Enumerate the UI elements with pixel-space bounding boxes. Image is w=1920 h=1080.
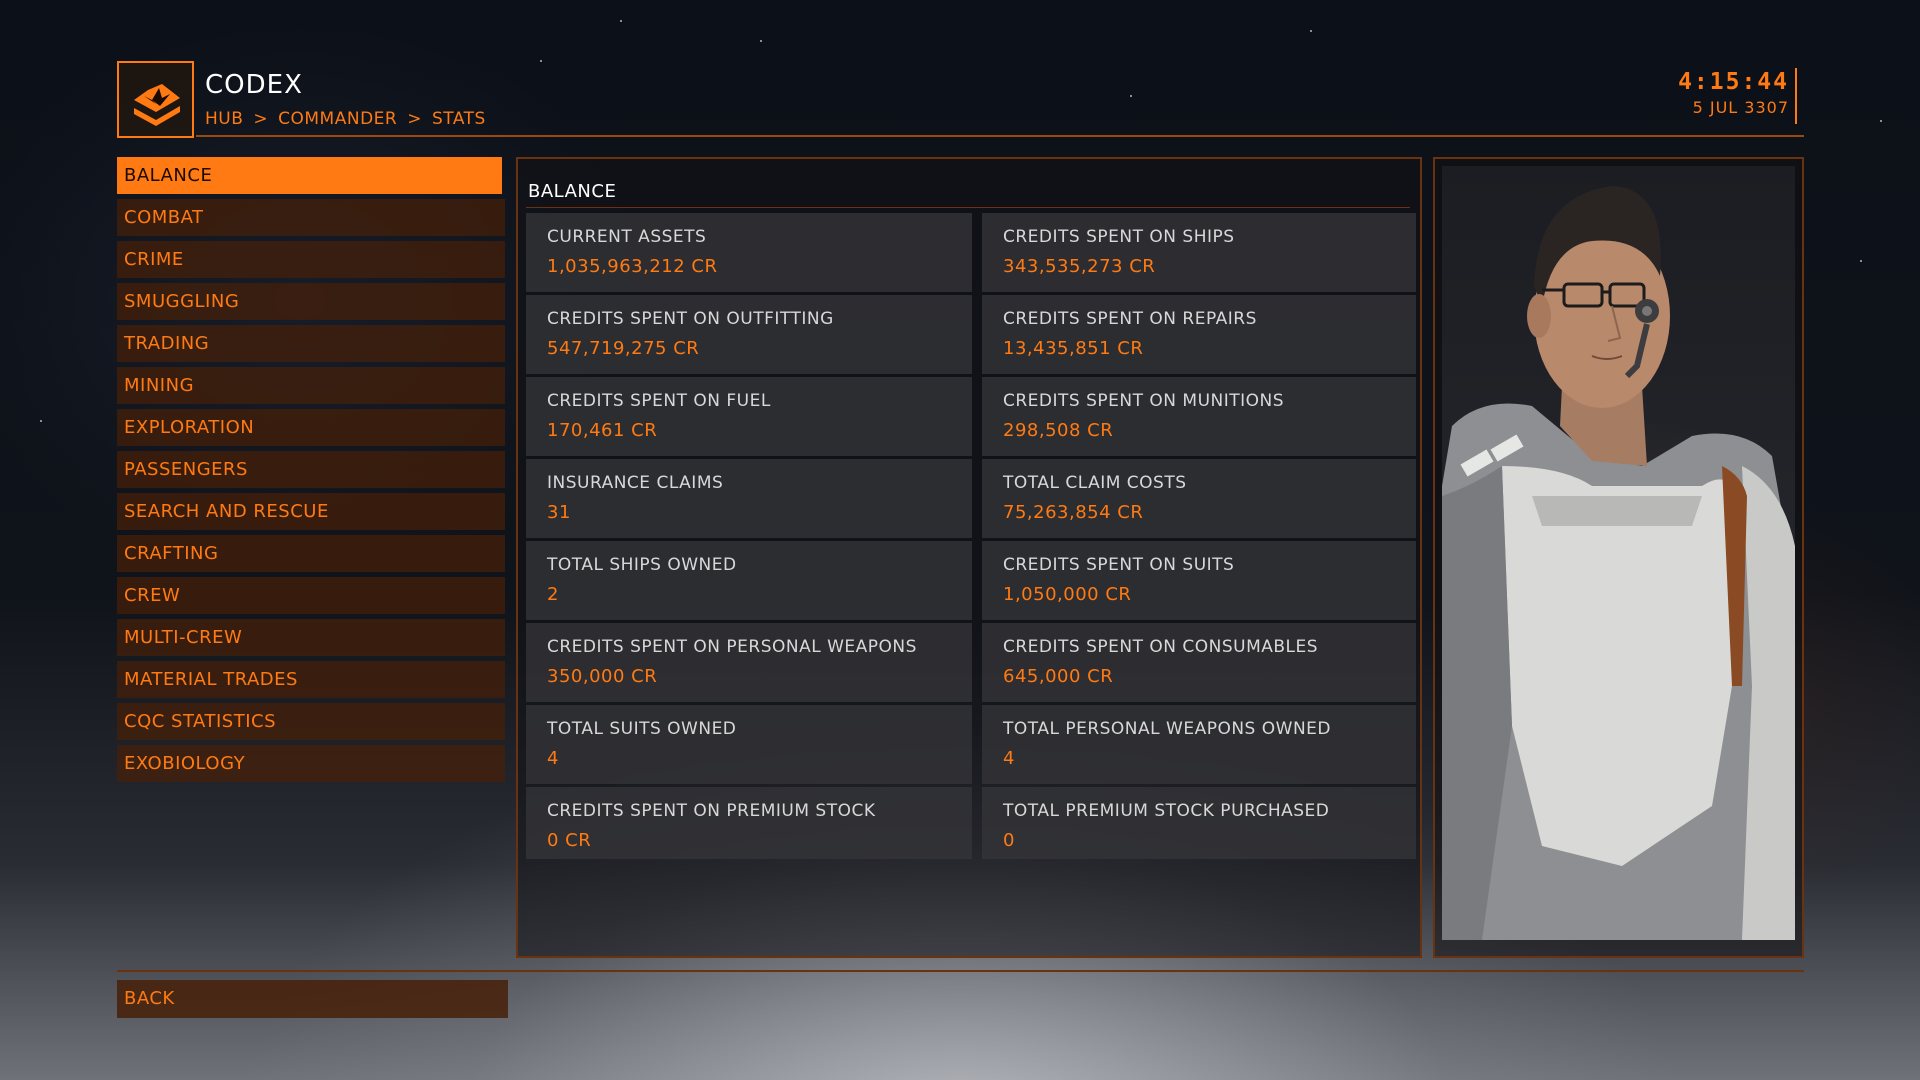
stat-value: 350,000 CR [547,666,658,687]
stats-panel: BALANCE CURRENT ASSETS 1,035,963,212 CR … [516,157,1422,958]
sidebar-item-exploration[interactable]: EXPLORATION [117,409,505,446]
sidebar-item-crew[interactable]: CREW [117,577,505,614]
codex-logo [117,61,194,138]
stat-credits-spent-on-repairs: CREDITS SPENT ON REPAIRS 13,435,851 CR [982,295,1416,374]
stat-label: TOTAL PREMIUM STOCK PURCHASED [1003,801,1330,821]
stat-value: 13,435,851 CR [1003,338,1144,359]
sidebar-item-balance[interactable]: BALANCE [117,157,502,194]
stats-grid: CURRENT ASSETS 1,035,963,212 CR CREDITS … [526,213,1416,859]
panel-title: BALANCE [528,181,617,202]
stat-value: 2 [547,584,559,605]
stat-value: 31 [547,502,571,523]
sidebar-item-combat[interactable]: COMBAT [117,199,505,236]
stat-total-claim-costs: TOTAL CLAIM COSTS 75,263,854 CR [982,459,1416,538]
stat-value: 1,035,963,212 CR [547,256,718,277]
stat-label: CURRENT ASSETS [547,227,707,247]
commander-portrait [1442,166,1795,940]
star [540,60,542,62]
sidebar-item-crafting[interactable]: CRAFTING [117,535,505,572]
stat-value: 0 CR [547,830,592,851]
sidebar-item-crime[interactable]: CRIME [117,241,505,278]
sidebar-item-search-and-rescue[interactable]: SEARCH AND RESCUE [117,493,505,530]
portrait-frame [1433,157,1804,958]
stat-value: 298,508 CR [1003,420,1114,441]
back-button[interactable]: BACK [117,980,508,1018]
breadcrumb: HUB > COMMANDER > STATS [205,109,486,129]
stat-label: TOTAL SHIPS OWNED [547,555,737,575]
stat-label: CREDITS SPENT ON SHIPS [1003,227,1235,247]
stats-category-menu: BALANCE COMBAT CRIME SMUGGLING TRADING M… [117,157,505,787]
stat-credits-spent-on-fuel: CREDITS SPENT ON FUEL 170,461 CR [526,377,972,456]
breadcrumb-hub[interactable]: HUB [205,109,243,129]
stat-label: TOTAL CLAIM COSTS [1003,473,1187,493]
sidebar-item-multi-crew[interactable]: MULTI-CREW [117,619,505,656]
stat-current-assets: CURRENT ASSETS 1,035,963,212 CR [526,213,972,292]
stat-label: TOTAL PERSONAL WEAPONS OWNED [1003,719,1331,739]
breadcrumb-separator: > [407,109,422,129]
stat-label: CREDITS SPENT ON FUEL [547,391,771,411]
stat-total-personal-weapons-owned: TOTAL PERSONAL WEAPONS OWNED 4 [982,705,1416,784]
stat-value: 645,000 CR [1003,666,1114,687]
codex-screen: CODEX HUB > COMMANDER > STATS 4:15:44 5 … [0,0,1920,1080]
page-title: CODEX [205,70,303,100]
sidebar-item-smuggling[interactable]: SMUGGLING [117,283,505,320]
stat-label: CREDITS SPENT ON MUNITIONS [1003,391,1285,411]
stat-value: 4 [1003,748,1015,769]
commander-portrait-image [1442,186,1795,940]
stat-label: CREDITS SPENT ON OUTFITTING [547,309,834,329]
star [1130,95,1132,97]
stat-value: 547,719,275 CR [547,338,700,359]
sidebar-item-trading[interactable]: TRADING [117,325,505,362]
stat-credits-spent-on-ships: CREDITS SPENT ON SHIPS 343,535,273 CR [982,213,1416,292]
star [620,20,622,22]
header-divider [196,135,1804,137]
stat-value: 0 [1003,830,1015,851]
stat-label: TOTAL SUITS OWNED [547,719,737,739]
stat-value: 75,263,854 CR [1003,502,1144,523]
stat-insurance-claims: INSURANCE CLAIMS 31 [526,459,972,538]
stat-total-ships-owned: TOTAL SHIPS OWNED 2 [526,541,972,620]
clock: 4:15:44 5 JUL 3307 [1678,68,1797,124]
star [760,40,762,42]
stat-label: CREDITS SPENT ON REPAIRS [1003,309,1257,329]
star [1860,260,1862,262]
breadcrumb-stats: STATS [431,109,486,129]
stat-label: CREDITS SPENT ON SUITS [1003,555,1235,575]
stat-value: 170,461 CR [547,420,658,441]
stat-label: CREDITS SPENT ON PERSONAL WEAPONS [547,637,917,657]
stat-value: 4 [547,748,559,769]
stat-credits-spent-on-consumables: CREDITS SPENT ON CONSUMABLES 645,000 CR [982,623,1416,702]
codex-book-icon [133,83,180,126]
stat-credits-spent-on-suits: CREDITS SPENT ON SUITS 1,050,000 CR [982,541,1416,620]
footer-divider [117,970,1804,972]
stat-total-suits-owned: TOTAL SUITS OWNED 4 [526,705,972,784]
sidebar-item-cqc-statistics[interactable]: CQC STATISTICS [117,703,505,740]
clock-date: 5 JUL 3307 [1692,98,1789,117]
stat-label: INSURANCE CLAIMS [547,473,724,493]
panel-title-divider [526,207,1410,208]
sidebar-item-exobiology[interactable]: EXOBIOLOGY [117,745,505,782]
stat-credits-spent-on-premium-stock: CREDITS SPENT ON PREMIUM STOCK 0 CR [526,787,972,859]
stat-credits-spent-on-munitions: CREDITS SPENT ON MUNITIONS 298,508 CR [982,377,1416,456]
star [1880,120,1882,122]
breadcrumb-commander[interactable]: COMMANDER [278,109,397,129]
stat-total-premium-stock-purchased: TOTAL PREMIUM STOCK PURCHASED 0 [982,787,1416,859]
clock-time: 4:15:44 [1678,69,1789,95]
sidebar-item-passengers[interactable]: PASSENGERS [117,451,505,488]
sidebar-item-mining[interactable]: MINING [117,367,505,404]
stat-credits-spent-on-personal-weapons: CREDITS SPENT ON PERSONAL WEAPONS 350,00… [526,623,972,702]
stat-label: CREDITS SPENT ON PREMIUM STOCK [547,801,876,821]
stat-value: 1,050,000 CR [1003,584,1132,605]
star [40,420,42,422]
stat-credits-spent-on-outfitting: CREDITS SPENT ON OUTFITTING 547,719,275 … [526,295,972,374]
stat-value: 343,535,273 CR [1003,256,1156,277]
breadcrumb-separator: > [253,109,269,129]
stat-label: CREDITS SPENT ON CONSUMABLES [1003,637,1319,657]
sidebar-item-material-trades[interactable]: MATERIAL TRADES [117,661,505,698]
star [1310,30,1312,32]
